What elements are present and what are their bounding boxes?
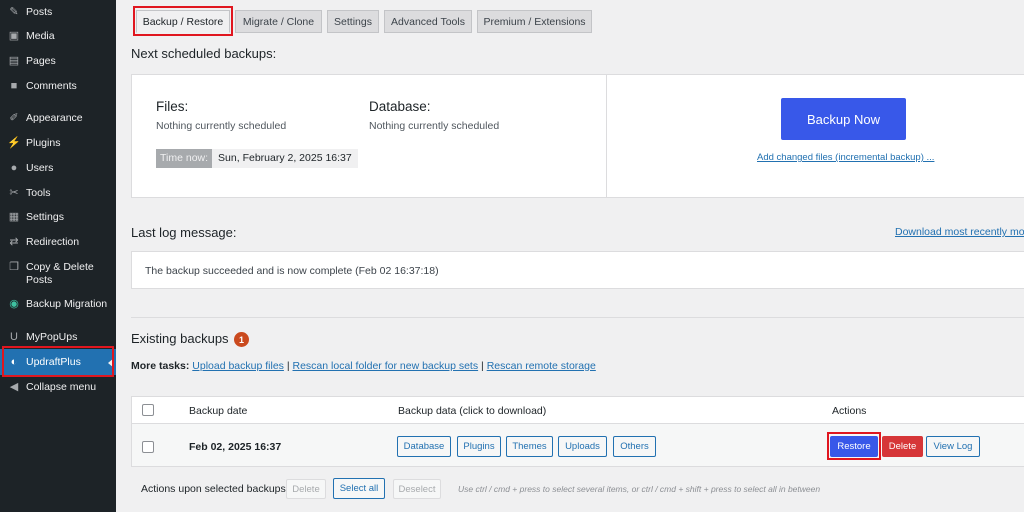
sidebar-item-collapse-menu[interactable]: ◀ Collapse menu <box>0 381 116 394</box>
view-log-button[interactable]: View Log <box>926 436 980 457</box>
separator: | <box>286 360 290 372</box>
tab-backup-restore[interactable]: Backup / Restore <box>136 10 230 33</box>
sidebar-item-label: Backup Migration <box>26 298 108 310</box>
sidebar-item-redirection[interactable]: ⇄ Redirection <box>0 236 116 249</box>
more-tasks: More tasks: Upload backup files | Rescan… <box>131 360 596 372</box>
separator: | <box>481 360 484 372</box>
download-database-button[interactable]: Database <box>397 436 451 457</box>
tab-migrate-clone[interactable]: Migrate / Clone <box>235 10 322 33</box>
upload-backup-files-link[interactable]: Upload backup files <box>192 360 284 372</box>
sidebar-item-tools[interactable]: ✂ Tools <box>0 187 116 200</box>
files-value: Nothing currently scheduled <box>156 120 287 132</box>
log-message: The backup succeeded and is now complete… <box>145 265 439 277</box>
col-backup-date: Backup date <box>189 405 248 417</box>
pin-icon: ✎ <box>9 5 19 18</box>
download-themes-button[interactable]: Themes <box>506 436 553 457</box>
sidebar-item-label: Appearance <box>26 112 83 124</box>
collapse-icon: ◀ <box>9 380 19 393</box>
time-now-value: Sun, February 2, 2025 16:37 <box>212 149 358 168</box>
database-value: Nothing currently scheduled <box>369 120 500 132</box>
sidebar-item-label: Settings <box>26 211 64 223</box>
sidebar-item-users[interactable]: ● Users <box>0 162 116 175</box>
updraft-icon: ◐ <box>10 355 18 368</box>
sidebar-item-label: Users <box>26 162 54 174</box>
deselect-button[interactable]: Deselect <box>393 479 441 499</box>
incremental-backup-link[interactable]: Add changed files (incremental backup) .… <box>757 152 934 163</box>
sidebar-item-updraftplus[interactable]: ◐ UpdraftPlus <box>0 349 116 375</box>
sidebar-item-posts[interactable]: ✎ Posts <box>0 6 116 19</box>
sidebar-item-label: Pages <box>26 55 56 67</box>
time-now-box: Time now: Sun, February 2, 2025 16:37 <box>156 149 358 168</box>
select-all-button[interactable]: Select all <box>333 478 385 499</box>
backup-now-button[interactable]: Backup Now <box>781 98 906 140</box>
existing-backups-heading: Existing backups <box>131 331 229 346</box>
sidebar-item-appearance[interactable]: ✐ Appearance <box>0 112 116 125</box>
sidebar-item-label: Redirection <box>26 236 80 248</box>
bulk-actions-label: Actions upon selected backups <box>141 483 286 495</box>
selection-hint: Use ctrl / cmd + press to select several… <box>458 484 821 494</box>
sidebar-item-label: UpdraftPlus <box>26 355 81 368</box>
restore-button[interactable]: Restore <box>830 436 878 457</box>
sidebar-item-pages[interactable]: ▤ Pages <box>0 55 116 68</box>
pages-icon: ▤ <box>8 54 20 67</box>
scheduled-heading: Next scheduled backups: <box>131 46 277 61</box>
section-divider <box>131 317 1024 318</box>
copy-icon: ❐ <box>9 260 19 273</box>
select-all-checkbox[interactable] <box>142 404 154 416</box>
sidebar-item-label: MyPopUps <box>26 331 78 343</box>
database-label: Database: <box>369 99 431 114</box>
panel-divider <box>606 75 607 197</box>
download-others-button[interactable]: Others <box>613 436 656 457</box>
download-plugins-button[interactable]: Plugins <box>457 436 501 457</box>
tab-premium-extensions[interactable]: Premium / Extensions <box>477 10 592 33</box>
sidebar-item-copy-delete-posts[interactable]: ❐ Copy & Delete Posts <box>0 261 116 287</box>
sidebar-item-media[interactable]: ▣ Media <box>0 30 116 43</box>
comments-icon: ■ <box>10 79 18 92</box>
tab-settings[interactable]: Settings <box>327 10 379 33</box>
sidebar-item-label: Plugins <box>26 137 61 149</box>
admin-sidebar: ✎ Posts ▣ Media ▤ Pages ■ Comments ✐ Appearan… <box>0 0 116 512</box>
row-backup-date: Feb 02, 2025 16:37 <box>189 441 282 453</box>
sidebar-item-backup-migration[interactable]: ◉ Backup Migration <box>0 298 116 311</box>
active-menu-arrow-icon <box>108 358 114 368</box>
popup-icon: U <box>10 330 18 343</box>
brush-icon: ✐ <box>9 111 19 124</box>
sidebar-item-plugins[interactable]: ⚡ Plugins <box>0 137 116 150</box>
log-panel: The backup succeeded and is now complete… <box>131 251 1024 289</box>
log-heading: Last log message: <box>131 225 237 240</box>
user-icon: ● <box>10 161 18 174</box>
more-tasks-label: More tasks: <box>131 360 190 372</box>
rescan-local-link[interactable]: Rescan local folder for new backup sets <box>293 360 479 372</box>
sidebar-item-comments[interactable]: ■ Comments <box>0 80 116 93</box>
backup-icon: ◉ <box>9 297 19 310</box>
download-uploads-button[interactable]: Uploads <box>558 436 607 457</box>
sidebar-item-settings[interactable]: ▦ Settings <box>0 211 116 224</box>
row-checkbox[interactable] <box>142 441 154 453</box>
redirect-icon: ⇄ <box>9 235 19 248</box>
sidebar-item-mypopups[interactable]: U MyPopUps <box>0 331 116 344</box>
col-backup-data: Backup data (click to download) <box>398 405 547 417</box>
sidebar-item-label: Comments <box>26 80 77 92</box>
sidebar-item-label: Collapse menu <box>26 381 97 393</box>
sidebar-item-label: Tools <box>26 187 51 199</box>
sidebar-item-label: Copy & Delete Posts <box>26 261 94 286</box>
tab-advanced-tools[interactable]: Advanced Tools <box>384 10 472 33</box>
settings-icon: ▦ <box>8 210 20 223</box>
plug-icon: ⚡ <box>7 136 21 149</box>
col-actions: Actions <box>832 405 867 417</box>
files-label: Files: <box>156 99 189 114</box>
wrench-icon: ✂ <box>9 186 19 199</box>
bulk-delete-button[interactable]: Delete <box>286 479 326 499</box>
time-now-label: Time now: <box>156 149 213 168</box>
media-icon: ▣ <box>8 29 20 42</box>
sidebar-item-label: Media <box>26 30 55 42</box>
rescan-remote-link[interactable]: Rescan remote storage <box>487 360 596 372</box>
backup-count-badge: 1 <box>234 332 249 347</box>
main-content: Backup / Restore Migrate / Clone Setting… <box>116 0 1024 512</box>
sidebar-item-label: Posts <box>26 6 53 18</box>
download-log-link[interactable]: Download most recently mod <box>895 226 1024 238</box>
delete-backup-button[interactable]: Delete <box>882 436 923 457</box>
scheduled-panel: Files: Nothing currently scheduled Datab… <box>131 74 1024 198</box>
